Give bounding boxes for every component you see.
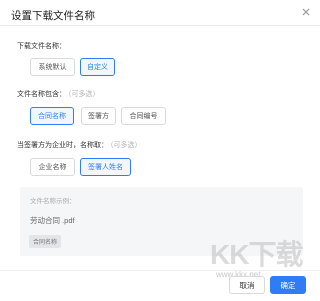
filename-preview-box: 文件名称示例： 劳动合同 .pdf 合同名称 <box>20 187 303 256</box>
option-enterprise-name[interactable]: 企业名称 <box>30 158 75 176</box>
option-signer-name[interactable]: 签署人姓名 <box>80 158 131 176</box>
signer-hint: （可多选） <box>110 142 142 149</box>
preview-tag: 合同名称 <box>29 235 62 248</box>
option-custom[interactable]: 自定义 <box>80 58 115 76</box>
confirm-button[interactable]: 确定 <box>270 276 306 294</box>
preview-filename: 劳动合同 .pdf <box>30 216 75 225</box>
preview-label: 文件名称示例： <box>30 198 76 205</box>
contains-hint: （可多选） <box>68 91 100 98</box>
contains-label: 文件名称包含： （可多选） <box>17 91 100 98</box>
cancel-button[interactable]: 取消 <box>229 276 265 294</box>
close-icon[interactable] <box>300 6 312 18</box>
signer-label: 当签署方为企业时，名称取： （可多选） <box>17 142 142 149</box>
option-contract-name[interactable]: 合同名称 <box>30 107 74 125</box>
option-system-default[interactable]: 系统默认 <box>30 58 75 76</box>
download-filename-dialog: 设置下载文件名称 下载文件名称： 系统默认 自定义 文件名称包含： （可多选） 合… <box>0 0 320 301</box>
header-divider <box>0 25 320 26</box>
option-contract-number[interactable]: 合同编号 <box>121 107 166 125</box>
file-name-label: 下载文件名称： <box>17 43 66 50</box>
dialog-title: 设置下载文件名称 <box>11 10 95 22</box>
footer-divider <box>0 270 320 271</box>
option-signer[interactable]: 签署方 <box>81 107 116 125</box>
